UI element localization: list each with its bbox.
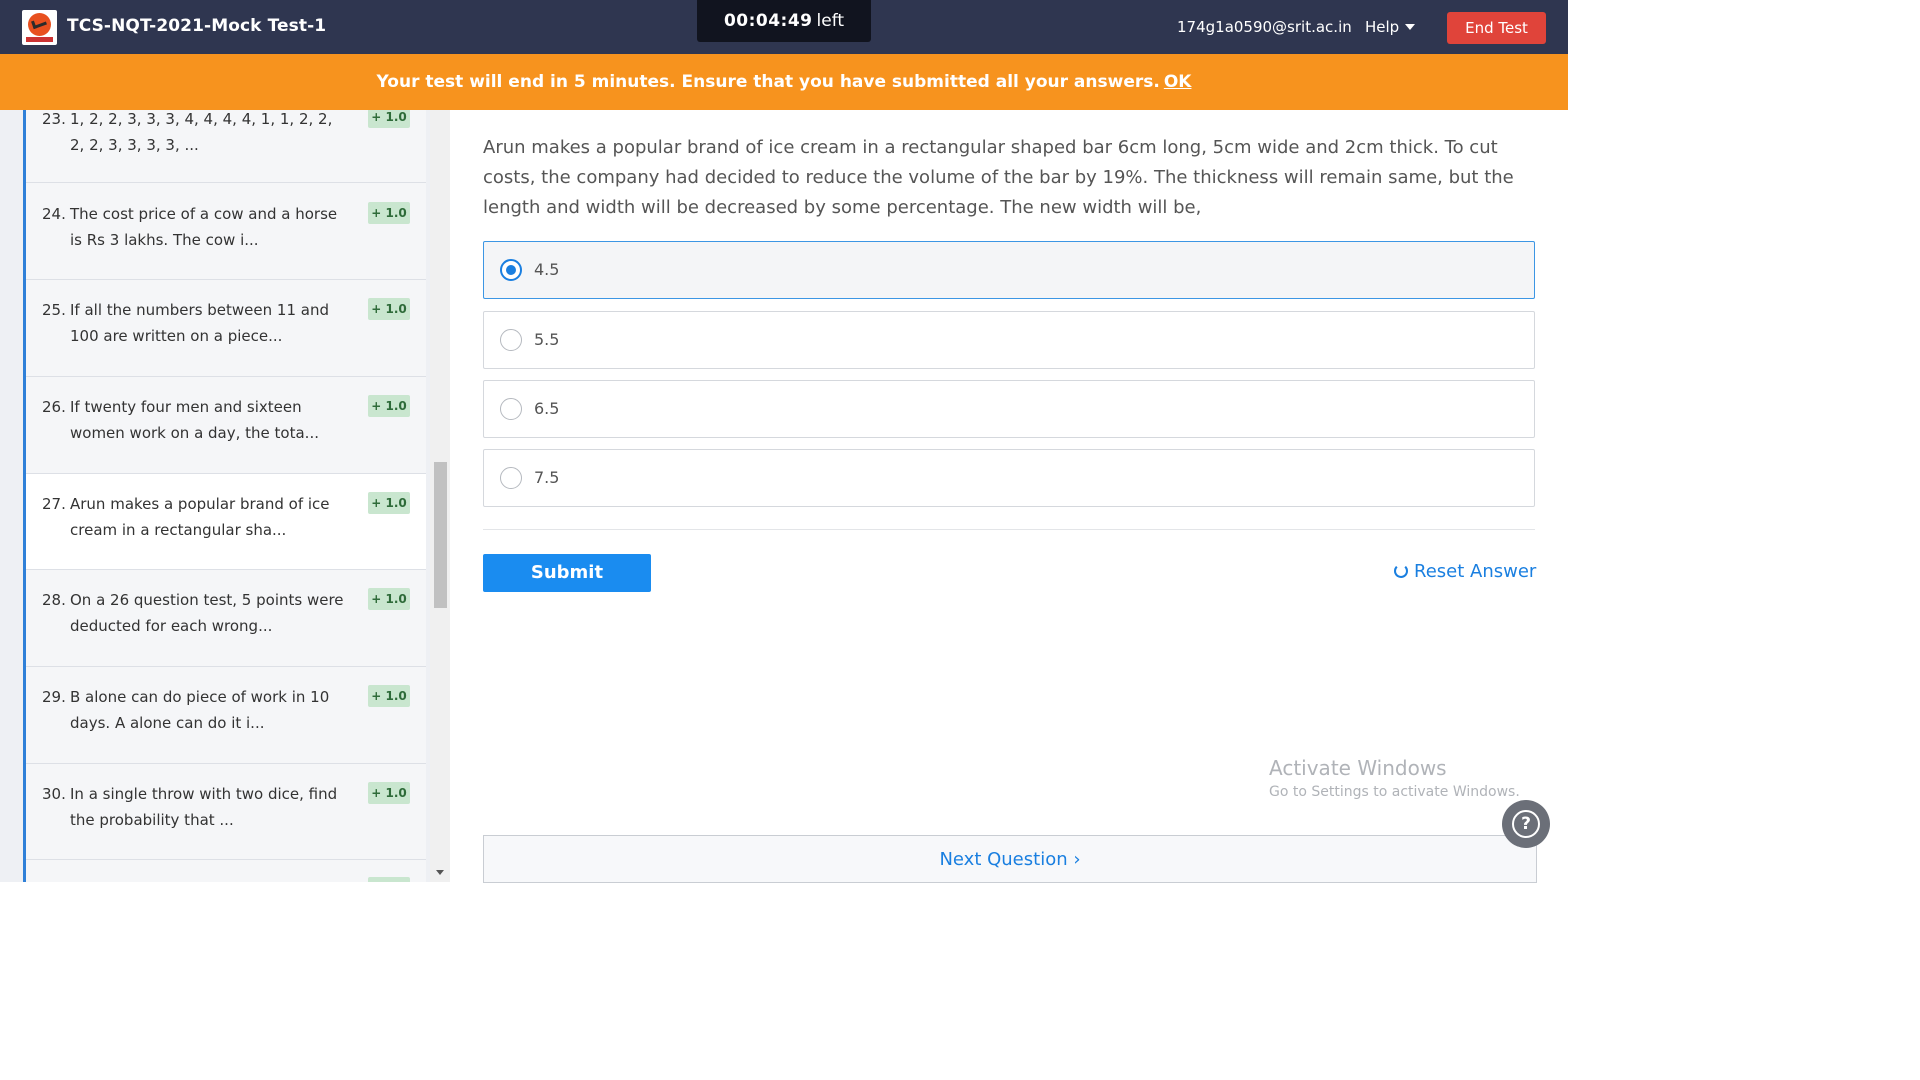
question-number: 25. [42,301,66,319]
question-preview: On a 26 question test, 5 points were ded… [70,591,344,635]
question-number: 30. [42,785,66,803]
banner-ok-link[interactable]: OK [1164,72,1192,92]
end-test-button[interactable]: End Test [1447,12,1546,44]
question-list-item[interactable]: 28. On a 26 question test, 5 points were… [26,570,426,667]
question-list-item[interactable] [26,860,426,882]
radio-icon[interactable] [500,398,522,420]
question-number: 23. [42,110,66,128]
marks-badge: + 1.0 [368,110,410,128]
watermark-subtitle: Go to Settings to activate Windows. [1269,784,1520,800]
test-title: TCS-NQT-2021-Mock Test-1 [67,16,327,36]
help-label: Help [1365,18,1400,36]
reset-icon [1394,564,1408,578]
timer-value: 00:04:49 [723,11,813,31]
question-number: 28. [42,591,66,609]
chevron-down-icon [1405,24,1416,30]
scroll-down-arrow-icon[interactable] [436,870,444,875]
reset-answer-button[interactable]: Reset Answer [1394,561,1536,582]
question-preview: If all the numbers between 11 and 100 ar… [70,301,329,345]
top-header: TCS-NQT-2021-Mock Test-1 00:04:49 left 17… [0,0,1568,54]
marks-badge: + 1.0 [368,588,410,610]
question-list-item[interactable]: 23. 1, 2, 2, 3, 3, 3, 4, 4, 4, 4, 1, 1, … [26,110,426,183]
marks-badge: + 1.0 [368,492,410,514]
radio-icon[interactable] [500,467,522,489]
windows-activation-watermark: Activate Windows Go to Settings to activ… [1269,756,1520,800]
divider [483,529,1535,530]
question-preview: B alone can do piece of work in 10 days.… [70,688,330,732]
marks-badge: + 1.0 [368,782,410,804]
next-question-button[interactable]: Next Question › [483,835,1537,883]
marks-badge: + 1.0 [368,298,410,320]
radio-selected-icon[interactable] [500,259,522,281]
question-preview: Arun makes a popular brand of ice cream … [70,495,330,539]
answer-option[interactable]: 7.5 [483,449,1535,507]
option-label: 4.5 [534,260,560,279]
reset-label: Reset Answer [1414,561,1537,582]
question-list-item[interactable]: 26. If twenty four men and sixteen women… [26,377,426,474]
question-number: 24. [42,205,66,223]
answer-option[interactable]: 5.5 [483,311,1535,369]
question-preview: 1, 2, 2, 3, 3, 3, 4, 4, 4, 4, 1, 1, 2, 2… [70,110,333,154]
banner-message: Your test will end in 5 minutes. Ensure … [376,72,1160,92]
question-panel: Arun makes a popular brand of ice cream … [450,110,1568,883]
answer-option[interactable]: 6.5 [483,380,1535,438]
question-list-item[interactable]: 30. In a single throw with two dice, fin… [26,764,426,860]
countdown-timer: 00:04:49 left [697,0,871,42]
answer-option[interactable]: 4.5 [483,241,1535,299]
question-preview: If twenty four men and sixteen women wor… [70,398,319,442]
option-label: 7.5 [534,468,560,487]
question-sidebar: 23. 1, 2, 2, 3, 3, 3, 4, 4, 4, 4, 1, 1, … [0,110,450,882]
help-fab-button[interactable]: ? [1502,800,1550,848]
radio-icon[interactable] [500,329,522,351]
question-preview: In a single throw with two dice, find th… [70,785,338,829]
question-list-item-active[interactable]: 27. Arun makes a popular brand of ice cr… [26,474,426,570]
app-logo [22,10,57,45]
option-label: 5.5 [534,330,560,349]
question-list-item[interactable]: 25. If all the numbers between 11 and 10… [26,280,426,377]
user-email: 174g1a0590@srit.ac.in [1177,18,1352,36]
question-number: 26. [42,398,66,416]
question-number: 29. [42,688,66,706]
marks-badge: + 1.0 [368,202,410,224]
question-list-item[interactable]: 29. B alone can do piece of work in 10 d… [26,667,426,764]
option-label: 6.5 [534,399,560,418]
question-number: 27. [42,495,66,513]
question-text: Arun makes a popular brand of ice cream … [483,137,1514,218]
time-warning-banner: Your test will end in 5 minutes. Ensure … [0,54,1568,110]
help-menu[interactable]: Help [1365,18,1416,36]
marks-badge: + 1.0 [368,395,410,417]
marks-badge [368,877,410,882]
marks-badge: + 1.0 [368,685,410,707]
question-list-item[interactable]: 24. The cost price of a cow and a horse … [26,183,426,280]
timer-suffix: left [816,11,845,31]
question-mark-icon: ? [1512,810,1540,838]
watermark-title: Activate Windows [1269,756,1447,780]
question-preview: The cost price of a cow and a horse is R… [70,205,338,249]
submit-button[interactable]: Submit [483,554,651,592]
sidebar-scroll-thumb[interactable] [434,462,447,608]
